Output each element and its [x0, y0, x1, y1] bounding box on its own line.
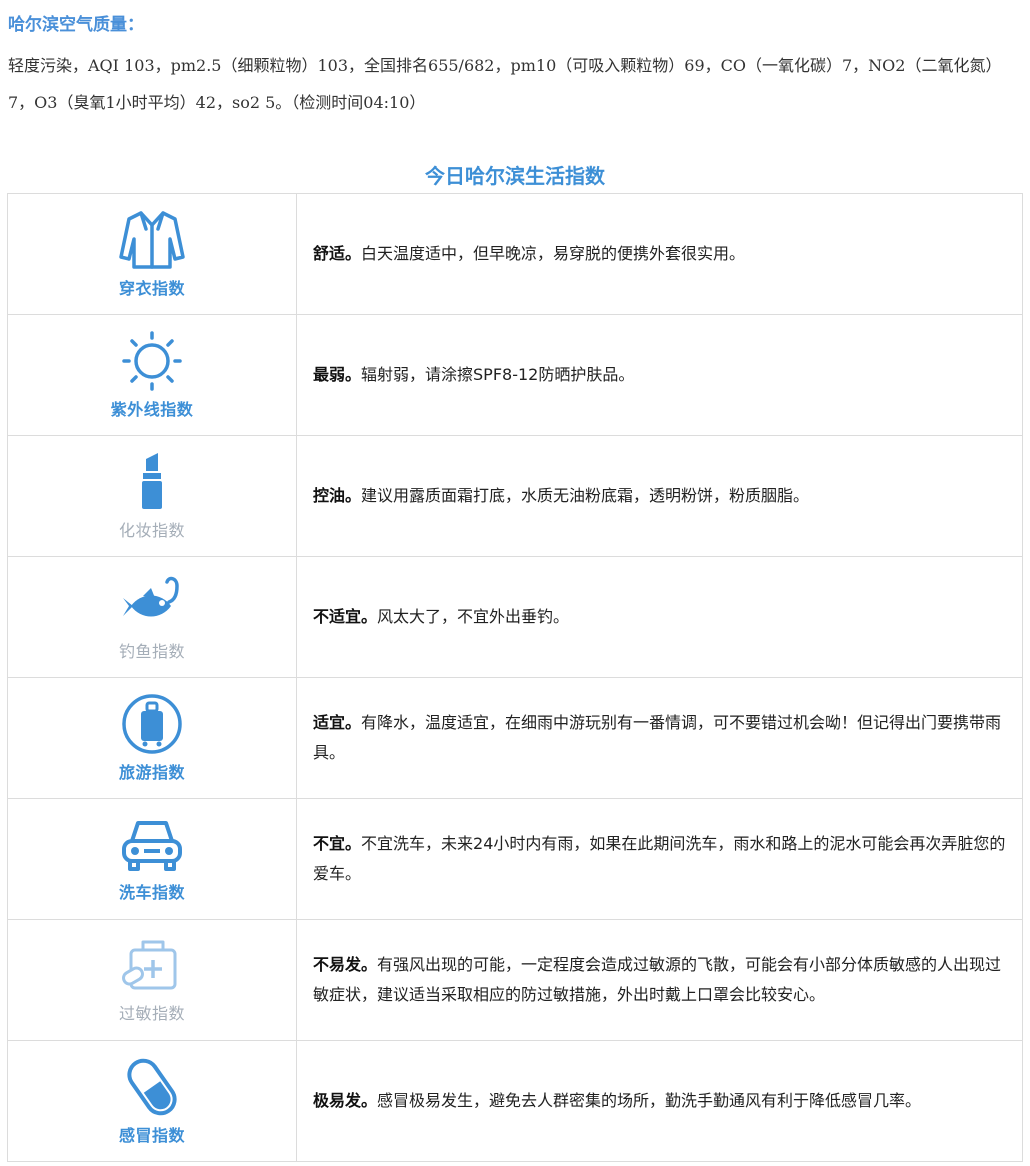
index-text: 不宜洗车，未来24小时内有雨，如果在此期间洗车，雨水和路上的泥水可能会再次弄脏您… — [313, 834, 1006, 883]
index-label: 旅游指数 — [118, 763, 185, 782]
table-row: 紫外线指数 最弱。辐射弱，请涂擦SPF8-12防晒护肤品。 — [7, 314, 1023, 436]
index-level: 控油。 — [313, 486, 362, 505]
table-row: 穿衣指数 舒适。白天温度适中，但早晚凉，易穿脱的便携外套很实用。 — [7, 193, 1023, 315]
index-level: 适宜。 — [313, 713, 362, 732]
life-index-title: 今日哈尔滨生活指数 — [425, 164, 605, 188]
index-icon-block: 化妆指数 — [119, 451, 185, 541]
index-text: 建议用露质面霜打底，水质无油粉底霜，透明粉饼，粉质胭脂。 — [361, 486, 810, 505]
index-label: 钓鱼指数 — [118, 642, 185, 661]
index-label: 穿衣指数 — [118, 279, 185, 298]
index-label: 洗车指数 — [118, 883, 185, 902]
index-icon-block: 紫外线指数 — [111, 330, 194, 420]
index-level: 舒适。 — [313, 244, 362, 263]
index-description: 不宜。不宜洗车，未来24小时内有雨，如果在此期间洗车，雨水和路上的泥水可能会再次… — [296, 798, 1023, 920]
index-icon-block: 过敏指数 — [119, 936, 185, 1024]
car-icon — [122, 821, 182, 871]
index-description: 最弱。辐射弱，请涂擦SPF8-12防晒护肤品。 — [296, 314, 1023, 436]
index-description: 极易发。感冒极易发生，避免去人群密集的场所，勤洗手勤通风有利于降低感冒几率。 — [296, 1040, 1023, 1162]
table-row: 感冒指数 极易发。感冒极易发生，避免去人群密集的场所，勤洗手勤通风有利于降低感冒… — [7, 1040, 1023, 1162]
air-quality-title: 哈尔滨空气质量： — [8, 15, 144, 35]
index-icon-block: 旅游指数 — [119, 693, 185, 783]
index-text: 有降水，温度适宜，在细雨中游玩别有一番情调，可不要错过机会呦！但记得出门要携带雨… — [313, 713, 1002, 762]
table-row: 钓鱼指数 不适宜。风太大了，不宜外出垂钓。 — [7, 556, 1023, 678]
index-level: 最弱。 — [313, 365, 362, 384]
index-description: 不适宜。风太大了，不宜外出垂钓。 — [296, 556, 1023, 678]
lipstick-icon — [141, 453, 162, 509]
table-row: 旅游指数 适宜。有降水，温度适宜，在细雨中游玩别有一番情调，可不要错过机会呦！但… — [7, 677, 1023, 799]
index-text: 感冒极易发生，避免去人群密集的场所，勤洗手勤通风有利于降低感冒几率。 — [377, 1091, 922, 1110]
pill-icon — [127, 1058, 177, 1116]
index-description: 控油。建议用露质面霜打底，水质无油粉底霜，透明粉饼，粉质胭脂。 — [296, 435, 1023, 557]
sun-icon — [122, 331, 182, 391]
index-description: 适宜。有降水，温度适宜，在细雨中游玩别有一番情调，可不要错过机会呦！但记得出门要… — [296, 677, 1023, 799]
shirt-icon — [119, 211, 185, 269]
index-label: 化妆指数 — [118, 521, 185, 540]
index-label: 过敏指数 — [118, 1004, 185, 1023]
index-level: 不易发。 — [313, 955, 378, 974]
table-row: 化妆指数 控油。建议用露质面霜打底，水质无油粉底霜，透明粉饼，粉质胭脂。 — [7, 435, 1023, 557]
index-icon-block: 穿衣指数 — [117, 209, 187, 299]
table-row: 洗车指数 不宜。不宜洗车，未来24小时内有雨，如果在此期间洗车，雨水和路上的泥水… — [7, 798, 1023, 920]
index-level: 不宜。 — [313, 834, 362, 853]
index-icon-block: 感冒指数 — [119, 1056, 185, 1146]
luggage-icon — [122, 694, 182, 754]
index-level: 极易发。 — [313, 1091, 378, 1110]
table-row: 过敏指数 不易发。有强风出现的可能，一定程度会造成过敏源的飞散，可能会有小部分体… — [7, 919, 1023, 1041]
fish-hook-icon — [123, 576, 179, 617]
index-level: 不适宜。 — [313, 607, 378, 626]
index-text: 有强风出现的可能，一定程度会造成过敏源的飞散，可能会有小部分体质敏感的人出现过敏… — [313, 955, 1002, 1004]
air-quality-text: 轻度污染，AQI 103，pm2.5（细颗粒物）103，全国排名655/682，… — [8, 56, 1002, 112]
index-label: 感冒指数 — [118, 1126, 185, 1145]
index-label: 紫外线指数 — [110, 400, 194, 419]
index-text: 辐射弱，请涂擦SPF8-12防晒护肤品。 — [361, 365, 635, 384]
index-text: 白天温度适中，但早晚凉，易穿脱的便携外套很实用。 — [361, 244, 746, 263]
medical-kit-icon — [122, 940, 177, 990]
life-index-table: 穿衣指数 舒适。白天温度适中，但早晚凉，易穿脱的便携外套很实用。 紫外线指数 最… — [7, 193, 1023, 1162]
index-description: 舒适。白天温度适中，但早晚凉，易穿脱的便携外套很实用。 — [296, 193, 1023, 315]
index-icon-block: 洗车指数 — [118, 815, 186, 903]
index-icon-block: 钓鱼指数 — [117, 572, 187, 662]
index-text: 风太大了，不宜外出垂钓。 — [377, 607, 570, 626]
index-description: 不易发。有强风出现的可能，一定程度会造成过敏源的飞散，可能会有小部分体质敏感的人… — [296, 919, 1023, 1041]
